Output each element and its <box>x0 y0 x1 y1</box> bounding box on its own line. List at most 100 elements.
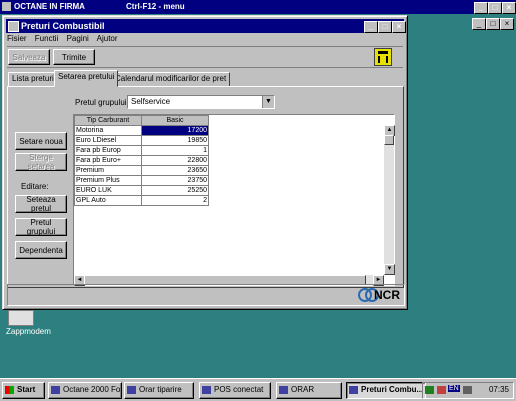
app-window-icon <box>279 386 288 394</box>
menu-pagini[interactable]: Pagini <box>67 34 89 43</box>
basic-cell[interactable]: 2 <box>141 195 209 206</box>
menu-functii[interactable]: Functii <box>35 34 59 43</box>
language-indicator[interactable]: EN <box>448 385 460 392</box>
fuel-cell[interactable]: Euro LDiesel <box>74 135 142 146</box>
window-titlebar: Preturi Combustibil _ □ × <box>6 19 406 33</box>
table-row[interactable]: Euro LDiesel 19850 <box>74 135 209 146</box>
task-octane[interactable]: Octane 2000 Fo... <box>48 382 122 399</box>
window-close-icon[interactable]: × <box>392 21 406 33</box>
task-label: ORAR <box>291 385 315 394</box>
maximize-icon[interactable]: □ <box>488 2 502 14</box>
task-label: Octane 2000 Fo... <box>63 385 122 394</box>
status-bar: NCR <box>7 284 405 306</box>
fuel-cell[interactable]: GPL Auto <box>74 195 142 206</box>
windows-logo-icon <box>5 386 14 394</box>
fuel-cell[interactable]: EURO LUK <box>74 185 142 196</box>
tray-app-icon[interactable] <box>437 386 446 394</box>
app-window-icon <box>202 386 211 394</box>
zappmodem-icon[interactable] <box>8 310 34 326</box>
start-label: Start <box>17 385 36 394</box>
table-row[interactable]: Premium 23650 <box>74 165 209 176</box>
table-row[interactable]: EURO LUK 25250 <box>74 185 209 196</box>
window-maximize-icon[interactable]: □ <box>378 21 392 33</box>
app-title: OCTANE IN FIRMA <box>14 2 85 11</box>
toolbar-divider <box>7 46 403 47</box>
vertical-scroll-thumb[interactable] <box>384 135 394 145</box>
table-header-row: Tip Carburant Basic <box>74 115 209 126</box>
fuel-cell[interactable]: Motorina <box>74 125 142 136</box>
task-label: Orar tiparire <box>139 385 182 394</box>
basic-cell[interactable]: 22800 <box>141 155 209 166</box>
bg-maximize-icon[interactable]: □ <box>486 18 500 30</box>
menu-bar: Fisier Functii Pagini Ajutor <box>7 34 124 46</box>
app-icon <box>2 2 11 11</box>
fuel-cell[interactable]: Fara pb Euro+ <box>74 155 142 166</box>
app-subtitle: Ctrl-F12 - menu <box>126 2 185 11</box>
new-setting-button[interactable]: Setare noua <box>15 132 67 150</box>
bg-minimize-icon[interactable]: _ <box>472 18 486 30</box>
ncr-logo-text: NCR <box>374 288 400 302</box>
window-minimize-icon[interactable]: _ <box>364 21 378 33</box>
basic-cell[interactable]: 17200 <box>141 125 209 136</box>
group-price-value: Selfservice <box>131 97 171 106</box>
app-window-icon <box>127 386 136 394</box>
task-pos-conectat[interactable]: POS conectat <box>199 382 271 399</box>
app-window-icon <box>349 386 358 394</box>
fuel-cell[interactable]: Fara pb Europ <box>74 145 142 156</box>
send-button[interactable]: Trimite <box>53 49 95 65</box>
tabs-divider <box>7 67 403 68</box>
table-row[interactable]: Fara pb Europ 1 <box>74 145 209 156</box>
group-price-button[interactable]: Pretul grupului <box>15 218 67 236</box>
tab-lista-preturi[interactable]: Lista preturi <box>8 72 58 87</box>
chevron-down-icon[interactable]: ▼ <box>262 96 274 108</box>
start-button[interactable]: Start <box>2 382 45 399</box>
table-row[interactable]: Motorina 17200 <box>74 125 209 136</box>
table-row[interactable]: GPL Auto 2 <box>74 195 209 206</box>
clock[interactable]: 07:35 <box>489 385 509 394</box>
fuel-cell[interactable]: Premium Plus <box>74 175 142 186</box>
ncr-logo-icon <box>358 287 379 303</box>
window-title: Preturi Combustibil <box>21 21 105 31</box>
save-button[interactable]: Salveaza <box>8 49 50 65</box>
background-window: _ □ × <box>406 15 514 308</box>
table-row[interactable]: Fara pb Euro+ 22800 <box>74 155 209 166</box>
task-preturi-combustibil[interactable]: Preturi Combu... <box>346 382 426 399</box>
zappmodem-label[interactable]: Zappmodem <box>6 327 51 336</box>
group-price-select[interactable]: Selfservice ▼ <box>127 95 275 109</box>
tab-setarea-pretului[interactable]: Setarea pretului <box>54 70 119 87</box>
group-price-label: Pretul grupului <box>75 98 127 107</box>
system-tray: EN 07:35 <box>422 382 514 399</box>
task-label: Preturi Combu... <box>361 385 424 394</box>
taskbar: Start Octane 2000 Fo... Orar tiparire PO… <box>0 378 516 401</box>
dependency-button[interactable]: Dependenta <box>15 241 67 259</box>
task-orar-tiparire[interactable]: Orar tiparire <box>124 382 194 399</box>
speaker-icon[interactable] <box>463 386 472 394</box>
price-table: Tip Carburant Basic Motorina 17200 Euro … <box>74 115 209 206</box>
column-header-basic[interactable]: Basic <box>141 115 209 126</box>
menu-fisier[interactable]: Fisier <box>7 34 27 43</box>
scroll-down-icon[interactable]: ▼ <box>384 264 395 275</box>
app-titlebar: OCTANE IN FIRMA Ctrl-F12 - menu _ □ × <box>0 0 516 14</box>
table-row[interactable]: Premium Plus 23750 <box>74 175 209 186</box>
fuel-cell[interactable]: Premium <box>74 165 142 176</box>
network-icon[interactable] <box>425 386 434 394</box>
tab-calendar[interactable]: Calendarul modificarilor de pret <box>111 72 231 87</box>
basic-cell[interactable]: 19850 <box>141 135 209 146</box>
bg-close-icon[interactable]: × <box>500 18 514 30</box>
close-icon[interactable]: × <box>502 2 516 14</box>
app-window-icon <box>51 386 60 394</box>
prices-window: Preturi Combustibil _ □ × Fisier Functii… <box>2 15 408 310</box>
basic-cell[interactable]: 23650 <box>141 165 209 176</box>
basic-cell[interactable]: 25250 <box>141 185 209 196</box>
column-header-fuel[interactable]: Tip Carburant <box>74 115 142 126</box>
menu-ajutor[interactable]: Ajutor <box>97 34 118 43</box>
set-price-button[interactable]: Seteaza pretul <box>15 195 67 213</box>
vertical-scrollbar[interactable]: ▲ ▼ <box>384 125 395 275</box>
basic-cell[interactable]: 23750 <box>141 175 209 186</box>
exit-icon[interactable] <box>374 48 392 66</box>
basic-cell[interactable]: 1 <box>141 145 209 156</box>
task-orar[interactable]: ORAR <box>276 382 342 399</box>
minimize-icon[interactable]: _ <box>474 2 488 14</box>
delete-setting-button[interactable]: Sterge setarea <box>15 153 67 171</box>
price-grid[interactable]: Tip Carburant Basic Motorina 17200 Euro … <box>73 114 395 286</box>
